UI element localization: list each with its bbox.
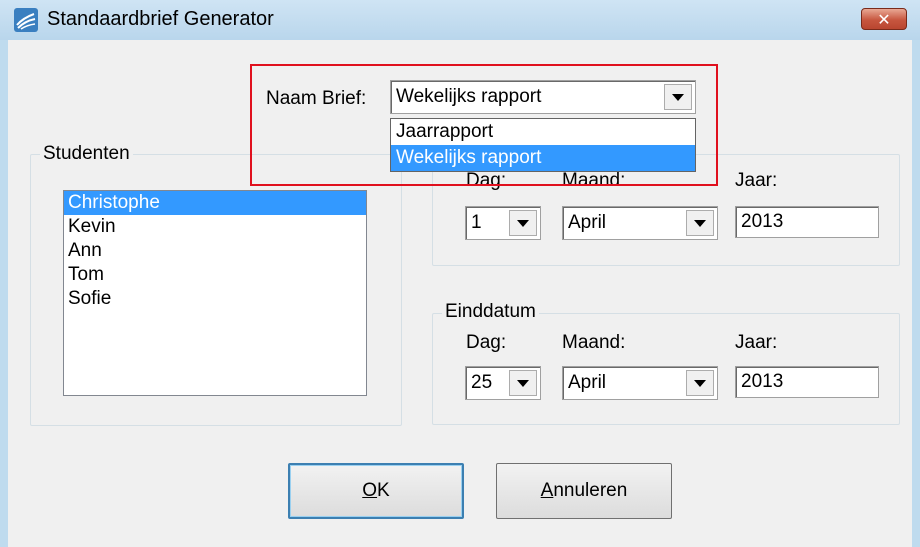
ok-button[interactable]: OK: [288, 463, 464, 519]
dropdown-option-wekelijks-rapport[interactable]: Wekelijks rapport: [391, 145, 695, 171]
end-year-label: Jaar:: [735, 332, 778, 353]
end-month-value: April: [568, 372, 607, 393]
start-month-value: April: [568, 212, 607, 233]
close-button[interactable]: ✕: [861, 8, 907, 30]
students-listbox[interactable]: Christophe Kevin Ann Tom Sofie: [63, 190, 367, 396]
chevron-down-icon: [694, 379, 706, 387]
letter-name-value: Wekelijks rapport: [396, 86, 542, 107]
start-year-input[interactable]: 2013: [735, 206, 879, 238]
end-month-label: Maand:: [562, 332, 626, 353]
end-year-value: 2013: [741, 371, 784, 392]
end-day-dropdown-button[interactable]: [509, 370, 537, 396]
ok-button-label: OK: [362, 480, 390, 501]
letter-name-dropdown-button[interactable]: [664, 84, 692, 110]
chevron-down-icon: [672, 93, 684, 101]
start-day-value: 1: [471, 212, 482, 233]
start-month-label: Maand:: [562, 170, 626, 191]
cancel-button[interactable]: Annuleren: [496, 463, 672, 519]
list-item[interactable]: Kevin: [64, 215, 366, 239]
list-item[interactable]: Ann: [64, 239, 366, 263]
title-bar[interactable]: Standaardbrief Generator ✕: [0, 0, 920, 40]
students-group-label: Studenten: [40, 143, 133, 165]
start-month-dropdown-button[interactable]: [686, 210, 714, 236]
cancel-button-label: Annuleren: [540, 480, 628, 501]
end-month-dropdown-button[interactable]: [686, 370, 714, 396]
dropdown-option-jaarrapport[interactable]: Jaarrapport: [391, 119, 695, 145]
list-item[interactable]: Sofie: [64, 287, 366, 311]
end-day-label: Dag:: [466, 332, 507, 353]
list-item[interactable]: Christophe: [64, 191, 366, 215]
start-year-label: Jaar:: [735, 170, 778, 191]
end-date-group-label: Einddatum: [442, 301, 539, 323]
chevron-down-icon: [517, 219, 529, 227]
chevron-down-icon: [517, 379, 529, 387]
list-item[interactable]: Tom: [64, 263, 366, 287]
end-day-value: 25: [471, 372, 493, 393]
dialog-window: Standaardbrief Generator ✕ Naam Brief: W…: [0, 0, 920, 547]
start-month-combobox[interactable]: April: [562, 206, 718, 240]
start-day-combobox[interactable]: 1: [465, 206, 541, 240]
wind-swirl-icon: [14, 8, 38, 32]
end-month-combobox[interactable]: April: [562, 366, 718, 400]
chevron-down-icon: [694, 219, 706, 227]
start-day-dropdown-button[interactable]: [509, 210, 537, 236]
end-year-input[interactable]: 2013: [735, 366, 879, 398]
letter-name-label: Naam Brief:: [266, 88, 367, 109]
start-day-label: Dag:: [466, 170, 507, 191]
letter-name-combobox[interactable]: Wekelijks rapport: [390, 80, 696, 114]
window-title: Standaardbrief Generator: [47, 8, 274, 30]
letter-name-dropdown-list[interactable]: Jaarrapport Wekelijks rapport: [390, 118, 696, 172]
start-year-value: 2013: [741, 211, 784, 232]
close-icon: ✕: [877, 9, 891, 29]
end-day-combobox[interactable]: 25: [465, 366, 541, 400]
